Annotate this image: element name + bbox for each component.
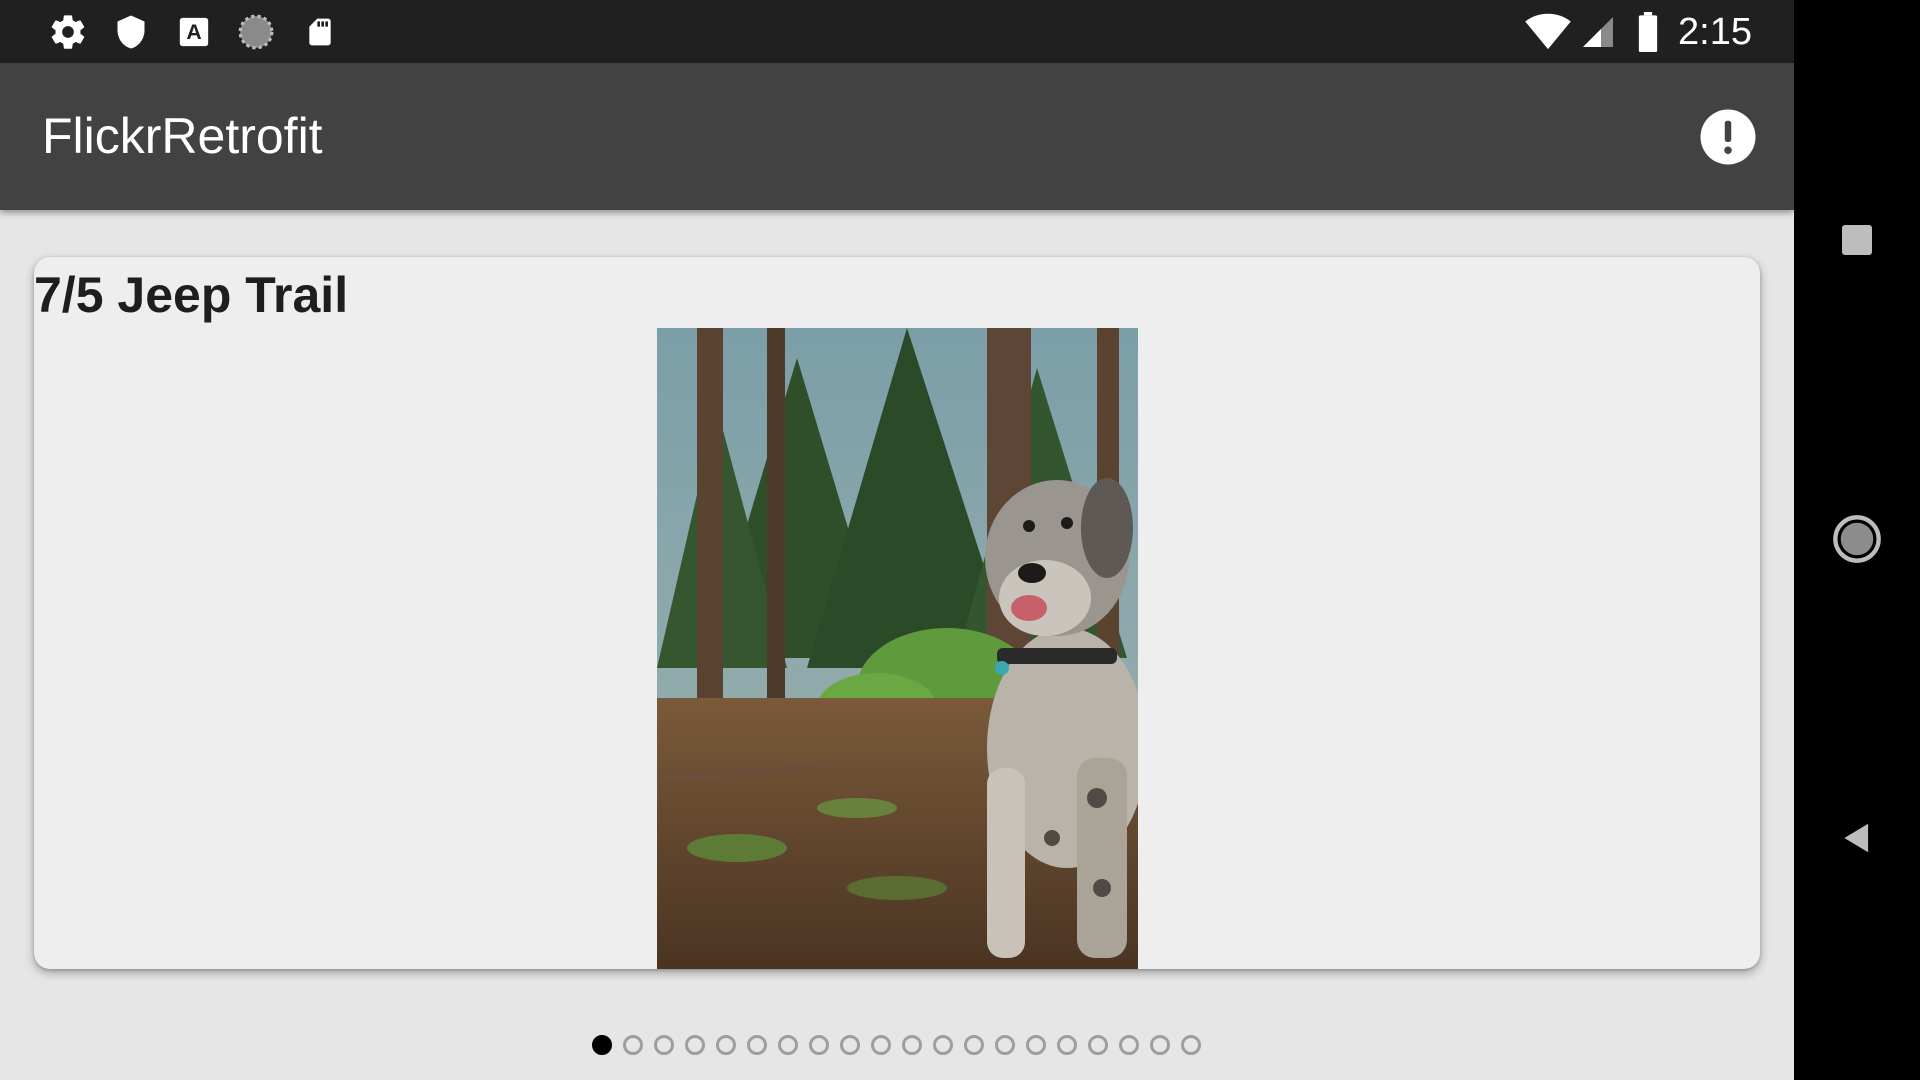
app-screen: A 2:15 FlickrRetrofit 7/5 Jeep Trail xyxy=(0,0,1794,1080)
cell-signal-icon xyxy=(1578,12,1618,52)
page-dot[interactable] xyxy=(963,1035,984,1055)
photo-title: 7/5 Jeep Trail xyxy=(34,267,349,323)
page-indicator xyxy=(0,1030,1794,1060)
page-dot[interactable] xyxy=(1087,1035,1108,1055)
page-dot[interactable] xyxy=(808,1035,829,1055)
home-circle-icon xyxy=(1833,515,1881,563)
page-dot[interactable] xyxy=(1118,1035,1139,1055)
content-area: 7/5 Jeep Trail xyxy=(0,210,1794,1080)
page-dot[interactable] xyxy=(622,1035,643,1055)
shield-icon xyxy=(111,12,151,52)
app-bar: FlickrRetrofit xyxy=(0,63,1794,210)
battery-icon xyxy=(1628,12,1668,52)
back-triangle-icon xyxy=(1844,823,1869,853)
gear-icon xyxy=(48,12,88,52)
page-dot[interactable] xyxy=(591,1035,612,1055)
page-dot[interactable] xyxy=(1056,1035,1077,1055)
alert-circle-icon xyxy=(1700,109,1756,165)
alert-button[interactable] xyxy=(1698,107,1758,167)
sd-card-icon xyxy=(300,12,340,52)
recents-square-icon xyxy=(1842,225,1872,255)
page-dot[interactable] xyxy=(1180,1035,1201,1055)
loading-circle-icon xyxy=(236,12,276,52)
navigation-bar xyxy=(1794,0,1920,1080)
photo-illustration xyxy=(657,328,1138,969)
page-dot[interactable] xyxy=(994,1035,1015,1055)
wifi-icon xyxy=(1524,12,1572,52)
page-dot[interactable] xyxy=(715,1035,736,1055)
home-button[interactable] xyxy=(1794,479,1920,599)
page-dot[interactable] xyxy=(1149,1035,1170,1055)
photo-card[interactable]: 7/5 Jeep Trail xyxy=(34,257,1760,969)
page-dot[interactable] xyxy=(746,1035,767,1055)
recents-button[interactable] xyxy=(1794,180,1920,300)
page-dot[interactable] xyxy=(932,1035,953,1055)
page-dot[interactable] xyxy=(1025,1035,1046,1055)
page-dots xyxy=(586,1035,1206,1055)
font-a-icon: A xyxy=(174,12,214,52)
dog-in-forest-photo[interactable] xyxy=(657,328,1138,969)
back-button[interactable] xyxy=(1794,778,1920,898)
page-dot[interactable] xyxy=(870,1035,891,1055)
app-title: FlickrRetrofit xyxy=(42,108,323,164)
page-dot[interactable] xyxy=(684,1035,705,1055)
page-dot[interactable] xyxy=(777,1035,798,1055)
page-dot[interactable] xyxy=(901,1035,922,1055)
status-bar: A 2:15 xyxy=(0,0,1794,63)
page-dot[interactable] xyxy=(653,1035,674,1055)
status-time: 2:15 xyxy=(1678,11,1752,53)
page-dot[interactable] xyxy=(839,1035,860,1055)
svg-text:A: A xyxy=(186,20,201,44)
